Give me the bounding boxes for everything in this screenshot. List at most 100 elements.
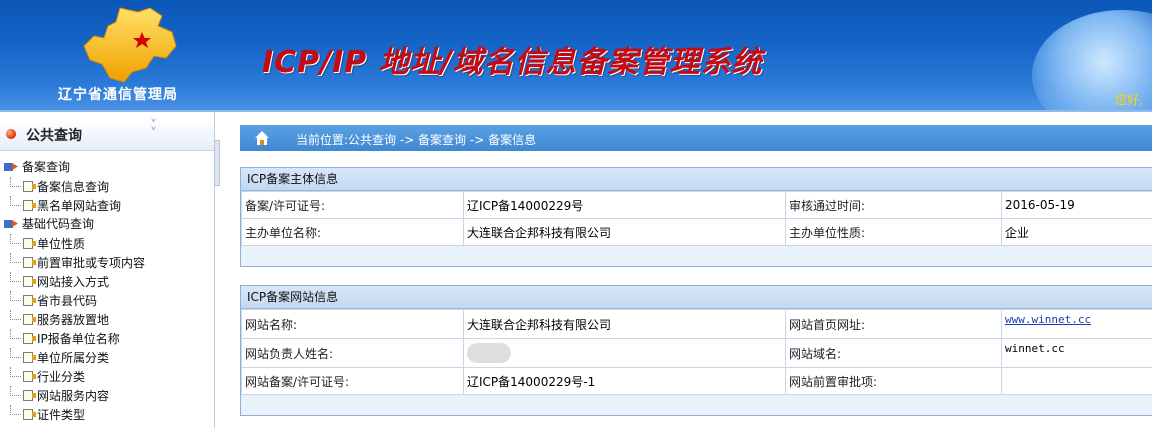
sidebar-item[interactable]: 服务器放置地 — [10, 310, 109, 328]
field-label-text: 主办单位性质: — [789, 225, 866, 240]
table-row: 备案/许可证号: 辽ICP备14000229号 审核通过时间: 2016-05-19 — [241, 191, 1152, 219]
sidebar-section-title: 公共查询 — [26, 128, 82, 144]
sidebar-item[interactable]: 省市县代码 — [10, 291, 97, 309]
field-label: 主办单位性质: — [785, 218, 1002, 246]
tree-connector — [10, 386, 21, 396]
welcome-text: 您好, — [1115, 93, 1143, 107]
sidebar-item-label: 网站接入方式 — [37, 275, 110, 289]
tree-connector — [10, 196, 21, 206]
tree-connector — [10, 234, 21, 244]
breadcrumb: 当前位置:公共查询 -> 备案查询 -> 备案信息 — [240, 125, 1152, 151]
table-row: 网站负责人姓名: 网站域名: winnet.cc — [241, 338, 1152, 368]
sidebar-item[interactable]: IP报备单位名称 — [10, 329, 120, 347]
document-icon — [23, 371, 36, 382]
field-value-text: 辽ICP备14000229号-1 — [467, 374, 596, 389]
sidebar-item-label: 服务器放置地 — [37, 313, 110, 327]
org-name: 辽宁省通信管理局 — [58, 87, 178, 103]
tree-connector — [10, 367, 21, 377]
sidebar-item[interactable]: 网站服务内容 — [10, 386, 109, 404]
field-label-text: 审核通过时间: — [789, 198, 866, 213]
document-icon — [23, 238, 36, 249]
field-label: 网站首页网址: — [785, 309, 1002, 339]
homepage-url-link[interactable]: www.winnet.cc — [1005, 313, 1091, 326]
field-label: 主办单位名称: — [241, 218, 464, 246]
field-label-text: 网站名称: — [245, 317, 298, 332]
sidebar-item-label: IP报备单位名称 — [37, 332, 120, 346]
tree-connector — [10, 329, 21, 339]
home-icon[interactable] — [254, 130, 270, 146]
sidebar-group[interactable]: 备案查询 — [4, 158, 70, 176]
folder-arrow-icon — [4, 220, 18, 228]
bullet-icon — [6, 129, 16, 139]
field-value: www.winnet.cc — [1001, 309, 1152, 339]
sidebar-item-label: 网站服务内容 — [37, 389, 110, 403]
sidebar-group-label: 基础代码查询 — [22, 217, 95, 231]
document-icon — [23, 352, 36, 363]
sidebar-group[interactable]: 基础代码查询 — [4, 215, 94, 233]
field-value — [1001, 367, 1152, 395]
field-value-text: 大连联合企邦科技有限公司 — [467, 317, 612, 332]
field-value-text: winnet.cc — [1005, 342, 1065, 355]
website-panel-title: ICP备案网站信息 — [241, 286, 1152, 309]
liaoning-map-icon — [83, 7, 177, 83]
field-value: 大连联合企邦科技有限公司 — [463, 309, 786, 339]
sidebar-section-header[interactable]: 公共查询 ˅ ˅ — [0, 119, 214, 151]
field-label: 网站负责人姓名: — [241, 338, 464, 368]
document-icon — [23, 181, 36, 192]
sidebar-item[interactable]: 单位所属分类 — [10, 348, 109, 366]
field-label: 网站域名: — [785, 338, 1002, 368]
breadcrumb-text: 当前位置:公共查询 -> 备案查询 -> 备案信息 — [296, 131, 536, 148]
entity-info-table: 备案/许可证号: 辽ICP备14000229号 审核通过时间: 2016-05-19 主… — [241, 191, 1152, 246]
sidebar-group-label: 备案查询 — [22, 160, 71, 174]
sidebar-item[interactable]: 单位性质 — [10, 234, 85, 252]
field-label-text: 备案/许可证号: — [245, 198, 326, 213]
field-value: 辽ICP备14000229号-1 — [463, 367, 786, 395]
field-value: 大连联合企邦科技有限公司 — [463, 218, 786, 246]
field-label-text: 网站域名: — [789, 346, 842, 361]
sidebar-item-label: 证件类型 — [37, 408, 86, 422]
sidebar-item[interactable]: 行业分类 — [10, 367, 85, 385]
sidebar-item[interactable]: 前置审批或专项内容 — [10, 253, 145, 271]
panel-footer — [241, 395, 1152, 415]
field-value-text: 2016-05-19 — [1005, 198, 1075, 212]
table-row: 主办单位名称: 大连联合企邦科技有限公司 主办单位性质: 企业 — [241, 218, 1152, 246]
folder-arrow-icon — [4, 163, 18, 171]
collapse-chevron-icon[interactable]: ˅ ˅ — [150, 119, 157, 141]
document-icon — [23, 390, 36, 401]
tree-connector — [10, 291, 21, 301]
tree-connector — [10, 310, 21, 320]
sidebar: 公共查询 ˅ ˅ 备案查询备案信息查询黑名单网站查询基础代码查询单位性质 前置审批或… — [0, 112, 215, 428]
field-value: 企业 — [1001, 218, 1152, 246]
field-value: 2016-05-19 — [1001, 191, 1152, 219]
field-label-text: 主办单位名称: — [245, 225, 322, 240]
field-label: 网站前置审批项: — [785, 367, 1002, 395]
field-value-text: 企业 — [1005, 225, 1030, 240]
sidebar-item-label: 省市县代码 — [37, 294, 98, 308]
field-value: winnet.cc — [1001, 338, 1152, 368]
sidebar-item[interactable]: 备案信息查询 — [10, 177, 109, 195]
document-icon — [23, 200, 36, 211]
field-label-text: 网站前置审批项: — [789, 374, 878, 389]
breadcrumb-prefix: 当前位置: — [296, 133, 349, 147]
sidebar-splitter[interactable] — [214, 140, 220, 186]
document-icon — [23, 257, 36, 268]
tree-connector — [10, 405, 21, 415]
tree-connector — [10, 272, 21, 282]
field-value-text: 大连联合企邦科技有限公司 — [467, 225, 612, 240]
table-row: 网站备案/许可证号: 辽ICP备14000229号-1 网站前置审批项: — [241, 367, 1152, 395]
sidebar-item-label: 行业分类 — [37, 370, 86, 384]
field-label-text: 网站首页网址: — [789, 317, 866, 332]
page-title: ICP/IP 地址/域名信息备案管理系统 — [262, 45, 763, 80]
document-icon — [23, 295, 36, 306]
field-value: 辽ICP备14000229号 — [463, 191, 786, 219]
sidebar-item[interactable]: 黑名单网站查询 — [10, 196, 121, 214]
sidebar-item-label: 单位所属分类 — [37, 351, 110, 365]
field-label-text: 网站备案/许可证号: — [245, 374, 350, 389]
sidebar-item[interactable]: 证件类型 — [10, 405, 85, 423]
sidebar-item[interactable]: 网站接入方式 — [10, 272, 109, 290]
field-label: 网站名称: — [241, 309, 464, 339]
field-value-text: 辽ICP备14000229号 — [467, 198, 584, 213]
sidebar-item-label: 备案信息查询 — [37, 180, 110, 194]
breadcrumb-path: 公共查询 -> 备案查询 -> 备案信息 — [348, 133, 537, 147]
tree-connector — [10, 253, 21, 263]
